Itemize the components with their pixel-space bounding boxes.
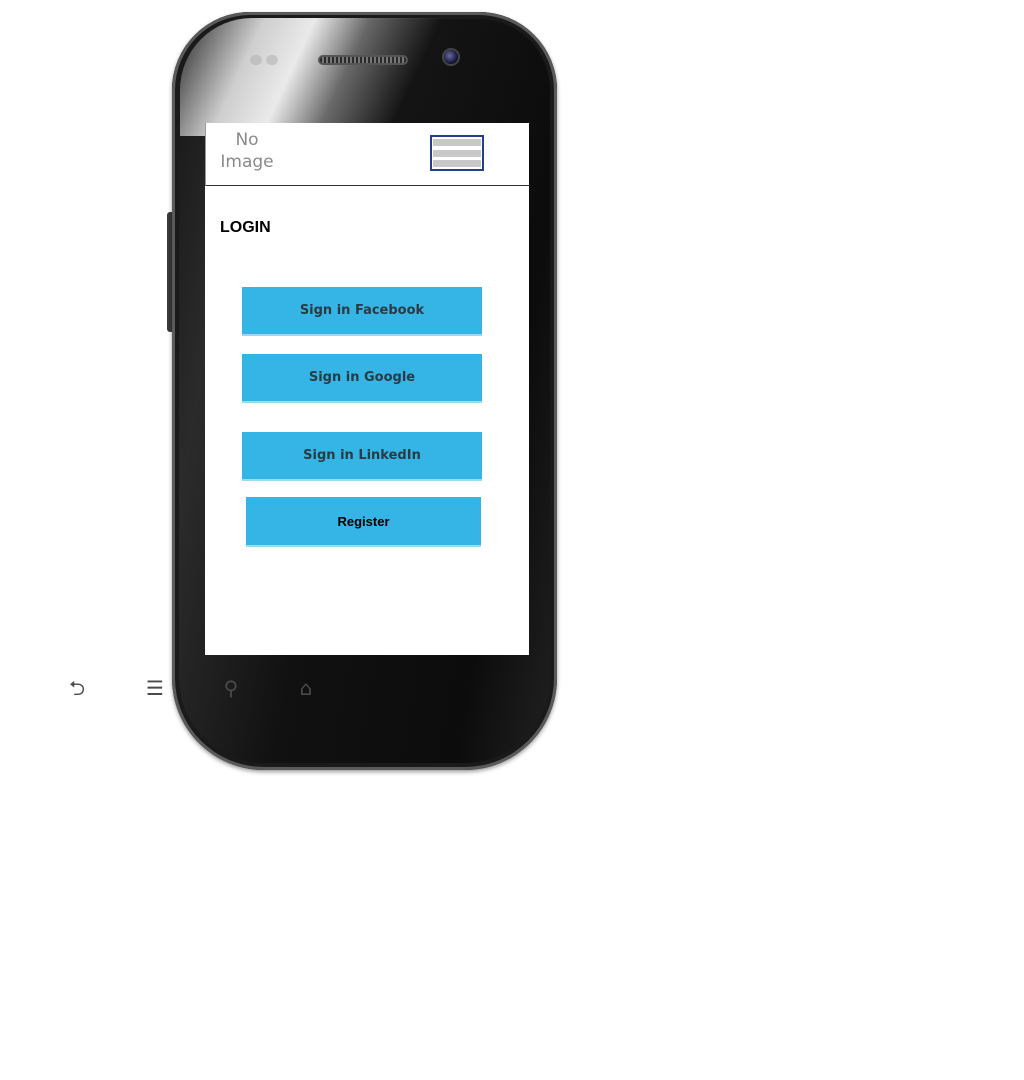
sign-in-linkedin-button[interactable]: Sign in LinkedIn bbox=[242, 432, 482, 481]
device-nav-bar: ⮌ ☰ ⚲ ⌂ bbox=[33, 668, 357, 708]
phone-glare bbox=[180, 18, 549, 136]
hamburger-menu-icon bbox=[433, 139, 481, 146]
menu-icon[interactable]: ☰ bbox=[141, 678, 169, 698]
back-icon[interactable]: ⮌ bbox=[63, 678, 91, 698]
register-button[interactable]: Register bbox=[246, 497, 481, 547]
hamburger-menu-button[interactable] bbox=[430, 135, 484, 171]
logo-placeholder: No Image bbox=[220, 130, 274, 172]
sign-in-facebook-button[interactable]: Sign in Facebook bbox=[242, 287, 482, 336]
page-title: LOGIN bbox=[220, 219, 271, 236]
front-camera-icon bbox=[444, 50, 458, 64]
app-header: No Image bbox=[205, 123, 530, 186]
menu-bar-line bbox=[433, 149, 481, 157]
earpiece-speaker bbox=[318, 55, 408, 65]
sign-in-google-button[interactable]: Sign in Google bbox=[242, 354, 482, 403]
search-icon[interactable]: ⚲ bbox=[217, 678, 245, 698]
menu-bar-line bbox=[433, 160, 481, 167]
light-sensor bbox=[266, 55, 278, 65]
phone-frame: No Image LOGIN Sign in Facebook Sign in … bbox=[172, 12, 557, 770]
home-icon[interactable]: ⌂ bbox=[292, 678, 320, 698]
proximity-sensor bbox=[250, 55, 262, 65]
app-screen: No Image LOGIN Sign in Facebook Sign in … bbox=[205, 123, 530, 655]
